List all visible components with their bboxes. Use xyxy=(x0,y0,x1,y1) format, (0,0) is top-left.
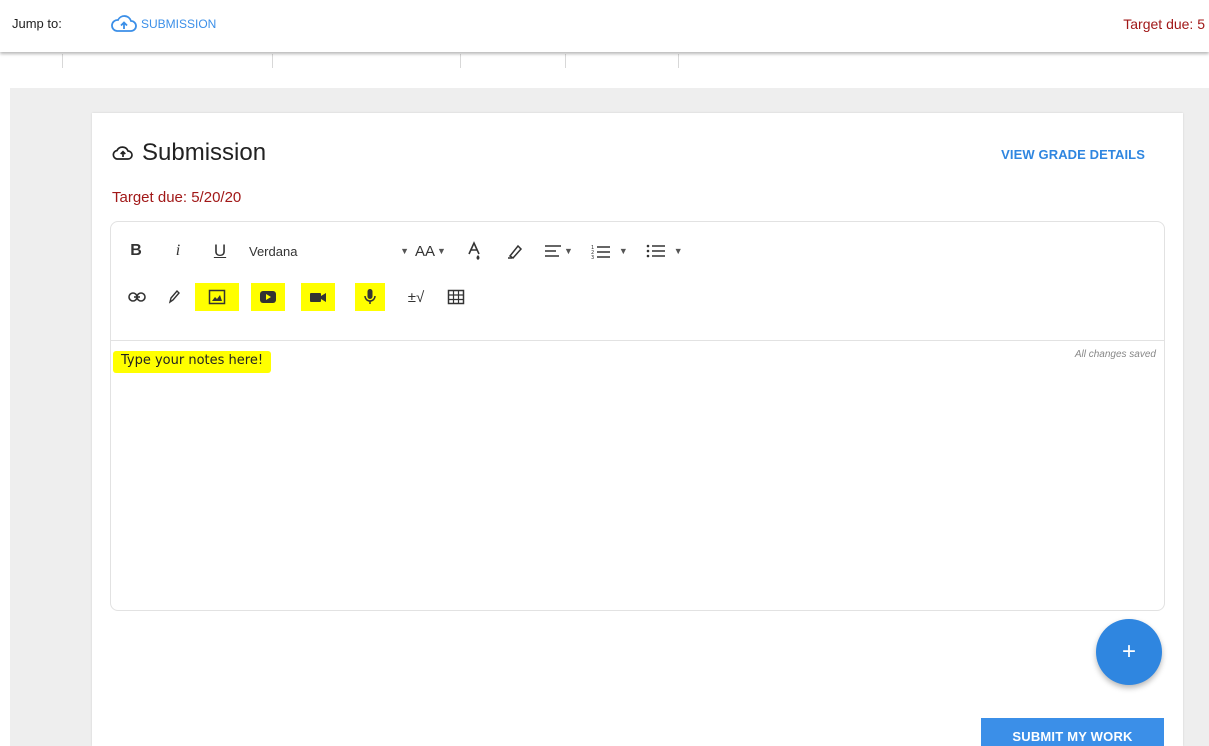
numbered-list-icon: 1 2 3 xyxy=(591,245,610,259)
youtube-icon xyxy=(260,291,276,303)
column-divider xyxy=(565,54,566,68)
table-icon xyxy=(447,289,465,305)
font-family-select[interactable]: Verdana ▼ xyxy=(249,237,409,265)
insert-audio-button[interactable] xyxy=(355,283,385,311)
submit-my-work-button[interactable]: SUBMIT MY WORK xyxy=(981,718,1164,746)
cloud-upload-icon xyxy=(111,15,137,32)
font-size-button[interactable]: AA ▼ xyxy=(415,237,446,265)
math-equation-button[interactable]: ±√ xyxy=(401,283,431,311)
pencil-icon xyxy=(168,289,180,304)
chevron-down-icon: ▼ xyxy=(437,246,446,256)
bold-button[interactable]: B xyxy=(125,237,147,265)
highlighter-icon xyxy=(507,244,522,259)
chevron-down-icon: ▼ xyxy=(673,246,683,256)
add-button[interactable]: + xyxy=(1096,619,1162,685)
column-divider xyxy=(460,54,461,68)
page-title: Submission xyxy=(142,139,267,166)
jump-label: Jump to: xyxy=(12,16,62,31)
card-title: Submission xyxy=(112,139,266,167)
bullet-list-icon xyxy=(646,244,665,258)
microphone-icon xyxy=(364,289,376,304)
jump-submission-link[interactable]: SUBMISSION xyxy=(110,13,216,35)
target-due-date: Target due: 5/20/20 xyxy=(112,189,242,206)
svg-text:3: 3 xyxy=(591,255,594,259)
notes-text: Type your notes here! xyxy=(113,351,272,373)
image-icon xyxy=(208,289,226,305)
insert-youtube-button[interactable] xyxy=(251,283,285,311)
cloud-upload-icon xyxy=(112,146,133,160)
underline-button[interactable]: U xyxy=(209,237,231,265)
column-divider xyxy=(272,54,273,68)
align-button[interactable]: ▼ xyxy=(544,237,573,265)
submission-card: Submission VIEW GRADE DETAILS Target due… xyxy=(92,113,1183,746)
draw-button[interactable] xyxy=(163,283,185,311)
jump-link-label: SUBMISSION xyxy=(141,17,217,31)
bullet-list-button[interactable]: ▼ xyxy=(646,237,683,265)
highlight-button[interactable] xyxy=(504,237,526,265)
insert-video-button[interactable] xyxy=(301,283,335,311)
video-camera-icon xyxy=(310,293,326,302)
chevron-down-icon: ▼ xyxy=(563,246,573,256)
toolbar-row-insert: ±√ xyxy=(125,280,467,314)
insert-image-button[interactable] xyxy=(195,283,239,311)
column-strip xyxy=(0,52,1209,70)
toolbar-row-formatting: B i U Verdana ▼ AA ▼ ▼ 1 2 3 ▼ ▼ xyxy=(125,234,683,268)
link-icon xyxy=(128,292,146,302)
rich-text-editor: B i U Verdana ▼ AA ▼ ▼ 1 2 3 ▼ ▼ ±√ All … xyxy=(110,221,1165,611)
insert-link-button[interactable] xyxy=(125,283,149,311)
numbered-list-button[interactable]: 1 2 3 ▼ xyxy=(591,237,628,265)
insert-table-button[interactable] xyxy=(445,283,467,311)
text-color-icon xyxy=(468,241,480,260)
column-divider xyxy=(62,54,63,68)
target-due-header: Target due: 5 xyxy=(1123,16,1205,32)
font-family-value: Verdana xyxy=(249,243,298,259)
align-left-icon xyxy=(544,245,561,257)
column-divider xyxy=(678,54,679,68)
font-size-icon: AA xyxy=(415,242,436,260)
chevron-down-icon: ▼ xyxy=(400,246,409,256)
notes-text-area[interactable]: Type your notes here! xyxy=(111,341,1164,609)
text-color-button[interactable] xyxy=(464,237,486,265)
italic-button[interactable]: i xyxy=(167,237,189,265)
view-grade-details-link[interactable]: VIEW GRADE DETAILS xyxy=(1001,147,1145,162)
chevron-down-icon: ▼ xyxy=(618,246,628,256)
jump-bar: Jump to: SUBMISSION Target due: 5 xyxy=(0,0,1209,52)
